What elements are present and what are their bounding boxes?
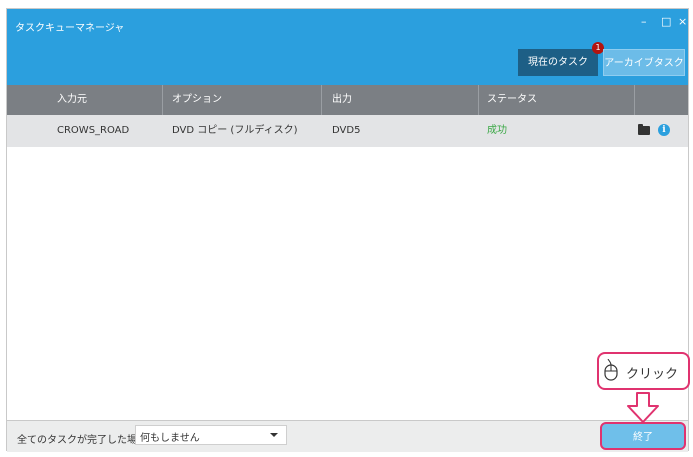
column-header-option[interactable]: オプション [172, 85, 222, 115]
row-output: DVD5 [332, 125, 361, 136]
table-header: 入力元 オプション 出力 ステータス [7, 85, 688, 115]
on-complete-label: 全てのタスクが完了した場合: [17, 435, 151, 446]
on-complete-select[interactable]: 何もしません [135, 425, 287, 445]
down-arrow-icon [627, 392, 659, 423]
maximize-icon[interactable]: □ [661, 15, 671, 28]
mouse-icon [604, 359, 618, 381]
column-header-output[interactable]: 出力 [332, 85, 352, 115]
column-divider [162, 85, 163, 115]
on-complete-select-value: 何もしません [140, 433, 200, 444]
window-title: タスクキューマネージャ [15, 23, 125, 34]
tab-current-tasks[interactable]: 現在のタスク [518, 49, 598, 76]
column-header-status[interactable]: ステータス [487, 85, 537, 115]
row-option: DVD コピー (フルディスク) [172, 125, 298, 136]
title-bar: タスクキューマネージャ – □ × 現在のタスク 1 アーカイブタスク [7, 9, 688, 85]
tab-archive-tasks[interactable]: アーカイブタスク [603, 49, 685, 76]
footer-bar: 全てのタスクが完了した場合: 何もしません 終了 [7, 420, 688, 452]
task-queue-manager-window: タスクキューマネージャ – □ × 現在のタスク 1 アーカイブタスク 入力元 … [6, 8, 689, 452]
row-status: 成功 [487, 125, 507, 136]
column-header-source[interactable]: 入力元 [57, 85, 87, 115]
exit-button[interactable]: 終了 [600, 422, 686, 450]
open-folder-icon[interactable] [638, 124, 650, 135]
table-row[interactable]: CROWS_ROAD DVD コピー (フルディスク) DVD5 成功 i [7, 115, 688, 147]
click-callout: クリック [597, 352, 690, 390]
column-divider [634, 85, 635, 115]
info-icon[interactable]: i [658, 124, 670, 136]
row-source: CROWS_ROAD [57, 125, 130, 136]
close-icon[interactable]: × [678, 15, 687, 28]
minimize-icon[interactable]: – [641, 15, 647, 28]
column-divider [478, 85, 479, 115]
callout-label: クリック [626, 367, 679, 382]
chevron-down-icon [270, 433, 278, 437]
column-divider [321, 85, 322, 115]
